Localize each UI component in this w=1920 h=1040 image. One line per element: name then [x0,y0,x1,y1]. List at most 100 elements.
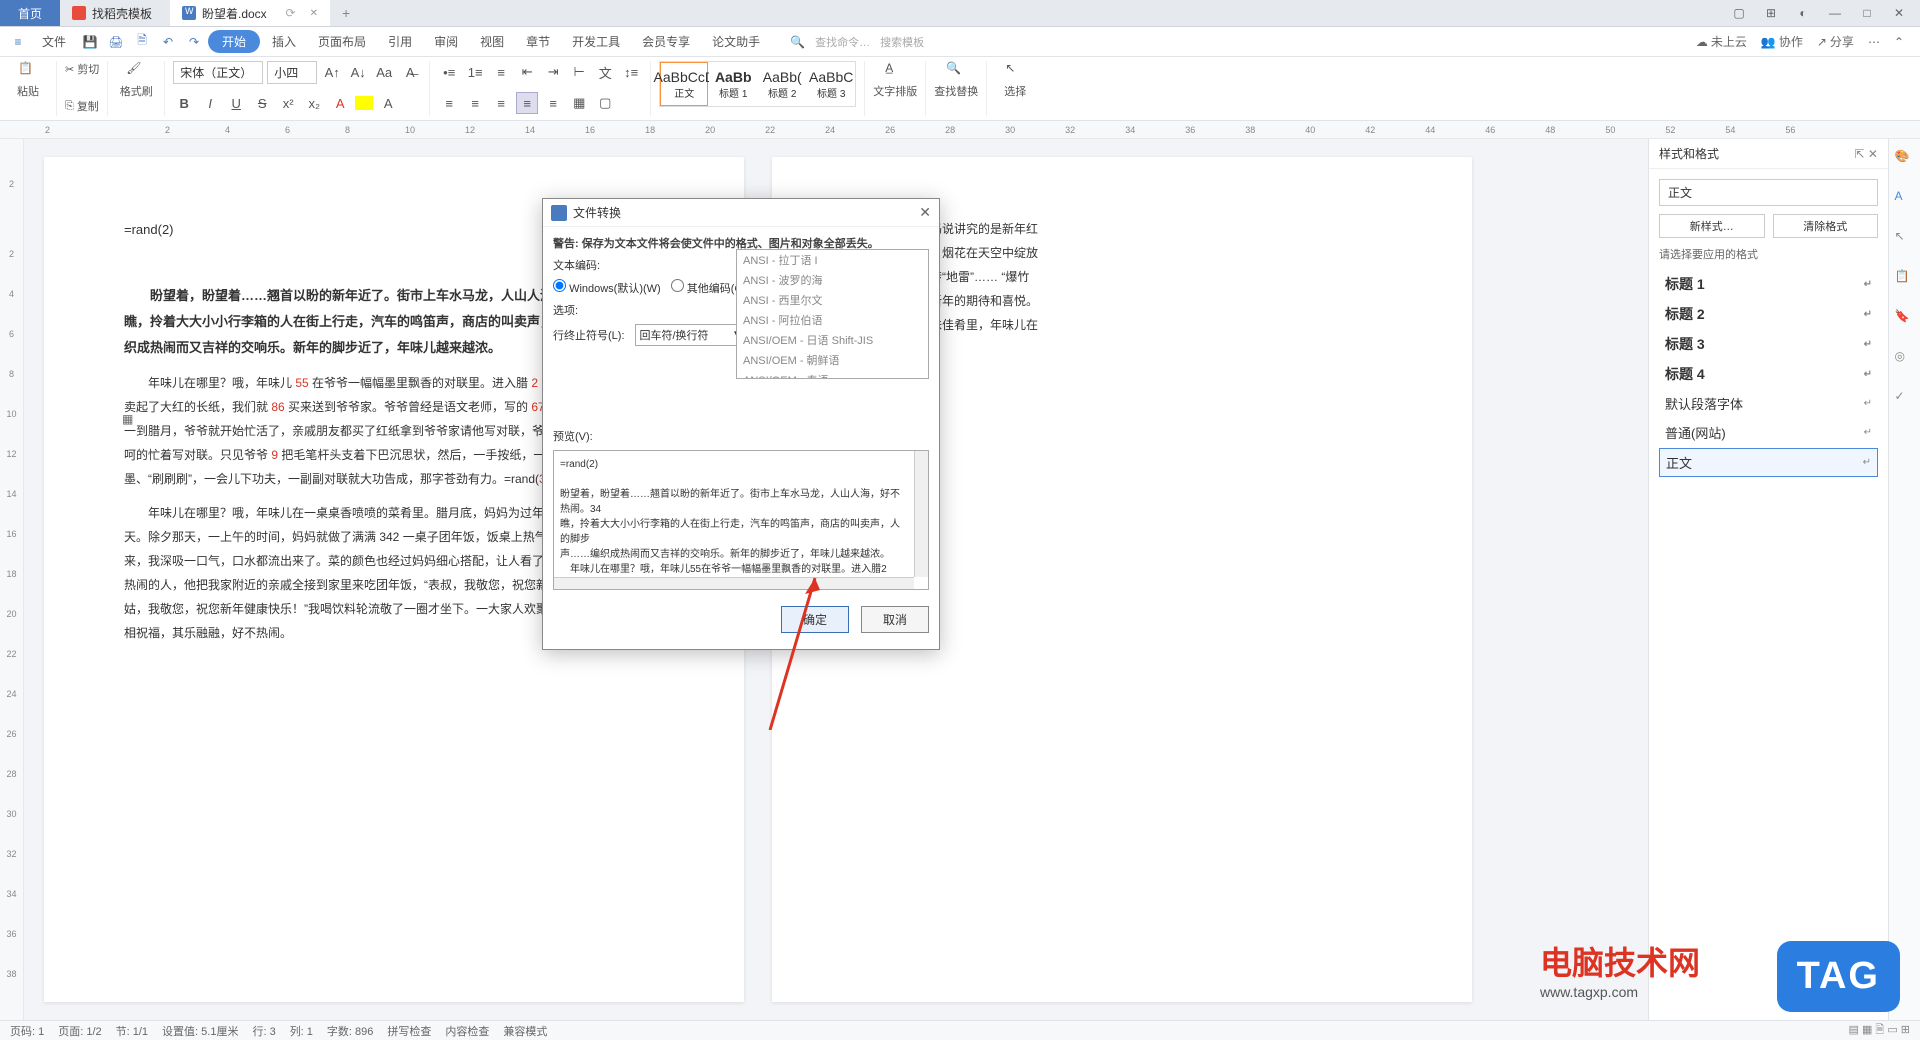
find-replace-button[interactable]: 🔍 查找替换 [934,61,978,99]
bullets-icon[interactable]: •≡ [438,61,460,83]
ruler-horizontal[interactable]: 2246810121416182022242628303234363840424… [0,121,1920,139]
select-button[interactable]: ↖ 选择 [995,61,1035,99]
shading-icon[interactable]: ▦ [568,92,590,114]
preview-hscrollbar[interactable] [554,577,914,589]
align-left-icon[interactable]: ≡ [438,92,460,114]
underline-button[interactable]: U [225,92,247,114]
cut-button[interactable]: ✂剪切 [65,61,99,77]
bold-button[interactable]: B [173,92,195,114]
select-pane-icon[interactable]: ↖ [1895,229,1915,249]
save-icon[interactable]: 💾 [78,30,102,54]
collab-button[interactable]: 👥协作 [1761,33,1803,50]
style-list-item[interactable]: 正文↵ [1659,448,1878,477]
subscript-icon[interactable]: x₂ [303,92,325,114]
status-compat[interactable]: 兼容模式 [503,1023,547,1039]
tab-stops-icon[interactable]: ⊢ [568,61,590,83]
superscript-icon[interactable]: x² [277,92,299,114]
proofing-pane-icon[interactable]: ✓ [1895,389,1915,409]
status-pos[interactable]: 设置值: 5.1厘米 [162,1023,238,1039]
encoding-option[interactable]: ANSI - 波罗的海 [737,270,928,290]
line-ending-select[interactable]: 回车符/换行符▾ [635,324,745,346]
numbering-icon[interactable]: 1≡ [464,61,486,83]
font-color-icon[interactable]: A [329,92,351,114]
menu-more-icon[interactable]: ⋯ [1868,35,1880,49]
font-size-select[interactable]: 小四 [267,61,317,84]
text-layout-button[interactable]: A̲ 文字排版 [873,61,917,99]
status-content[interactable]: 内容检查 [445,1023,489,1039]
print-icon[interactable]: 🖨 [104,30,128,54]
menu-ref[interactable]: 引用 [378,29,422,54]
clear-format-icon[interactable]: A̶ [399,62,421,84]
strike-button[interactable]: S [251,92,273,114]
menu-layout[interactable]: 页面布局 [308,29,376,54]
style-h2[interactable]: AaBb(标题 2 [758,62,806,106]
dialog-titlebar[interactable]: 文件转换 ✕ [543,199,939,227]
style-gallery[interactable]: AaBbCcD正文 AaBb标题 1 AaBb(标题 2 AaBbC标题 3 [659,61,856,107]
clear-format-button[interactable]: 清除格式 [1773,214,1879,238]
style-h1[interactable]: AaBb标题 1 [709,62,757,106]
line-spacing-icon[interactable]: ↕≡ [620,61,642,83]
style-normal[interactable]: AaBbCcD正文 [660,62,708,106]
font-family-select[interactable]: 宋体（正文） [173,61,263,84]
char-shading-icon[interactable]: A [377,92,399,114]
encoding-option[interactable]: ANSI - 拉丁语 I [737,250,928,270]
status-spell[interactable]: 拼写检查 [387,1023,431,1039]
status-col[interactable]: 列: 1 [290,1023,313,1039]
maximize-icon[interactable]: □ [1856,2,1878,24]
menu-view[interactable]: 视图 [470,29,514,54]
tab-home[interactable]: 首页 [0,0,60,26]
multilevel-icon[interactable]: ≡ [490,61,512,83]
tab-sync-icon[interactable]: ⟳ [286,6,296,20]
encoding-option[interactable]: ANSI/OEM - 泰语 [737,370,928,379]
hamburger-icon[interactable]: ≡ [6,30,30,54]
style-h3[interactable]: AaBbC标题 3 [807,62,855,106]
align-right-icon[interactable]: ≡ [490,92,512,114]
style-list-item[interactable]: 标题 2↵ [1659,300,1878,328]
dialog-close-icon[interactable]: ✕ [919,204,931,221]
menu-vip[interactable]: 会员专享 [632,29,700,54]
ok-button[interactable]: 确定 [781,606,849,633]
indent-inc-icon[interactable]: ⇥ [542,61,564,83]
ruler-vertical[interactable]: 22468101214161820222426283032343638 [0,139,24,1020]
grid-icon[interactable]: ⊞ [1760,2,1782,24]
encoding-option[interactable]: ANSI - 西里尔文 [737,290,928,310]
view-mode-icons[interactable]: ▤ ▦ 🗎 ▭ ⊞ [1849,1021,1910,1040]
menu-collapse-icon[interactable]: ⌃ [1894,35,1904,49]
cloud-status[interactable]: ☁未上云 [1696,33,1747,50]
menu-section[interactable]: 章节 [516,29,560,54]
cancel-button[interactable]: 取消 [861,606,929,633]
palette-icon[interactable]: 🎨 [1895,149,1915,169]
encoding-option[interactable]: ANSI/OEM - 朝鲜语 [737,350,928,370]
menu-insert[interactable]: 插入 [262,29,306,54]
highlight-icon[interactable] [355,96,373,110]
tab-document-active[interactable]: 盼望着.docx ⟳ ✕ [170,0,330,26]
grow-font-icon[interactable]: A↑ [321,62,343,84]
menu-dev[interactable]: 开发工具 [562,29,630,54]
preview-vscrollbar[interactable] [914,451,928,577]
style-list-item[interactable]: 标题 3↵ [1659,330,1878,358]
styles-pane-icon[interactable]: A [1895,189,1915,209]
status-page[interactable]: 页码: 1 [10,1023,44,1039]
style-list-item[interactable]: 普通(网站)↵ [1659,419,1878,446]
close-icon[interactable]: ✕ [310,8,318,19]
menu-start[interactable]: 开始 [208,30,260,53]
status-section[interactable]: 节: 1/1 [116,1023,148,1039]
style-list-item[interactable]: 标题 1↵ [1659,270,1878,298]
format-painter-button[interactable]: 🖌 格式刷 [116,61,156,99]
align-center-icon[interactable]: ≡ [464,92,486,114]
indent-dec-icon[interactable]: ⇤ [516,61,538,83]
command-search[interactable]: 🔍 查找命令… 搜索模板 [790,34,924,50]
file-menu[interactable]: 文件 [32,29,76,54]
redo-icon[interactable]: ↷ [182,30,206,54]
status-line[interactable]: 行: 3 [252,1023,275,1039]
align-dist-icon[interactable]: ≡ [542,92,564,114]
nav-pane-icon[interactable]: 🔖 [1895,309,1915,329]
status-words[interactable]: 字数: 896 [327,1023,373,1039]
menu-review[interactable]: 审阅 [424,29,468,54]
encoding-option[interactable]: ANSI - 阿拉伯语 [737,310,928,330]
new-tab-button[interactable]: + [330,5,362,21]
share-button[interactable]: ↗分享 [1817,33,1854,50]
minimize-icon[interactable]: — [1824,2,1846,24]
clipboard-pane-icon[interactable]: 📋 [1895,269,1915,289]
layout-icon[interactable]: ▢ [1728,2,1750,24]
